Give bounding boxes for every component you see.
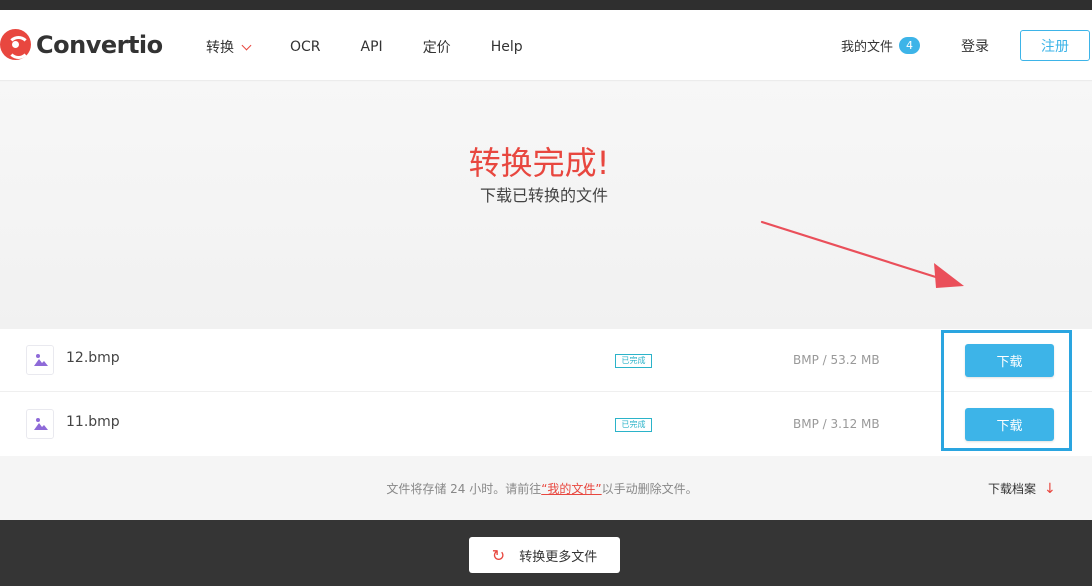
image-file-icon [26, 409, 54, 439]
storage-notice-text: 文件将存储 24 小时。请前往 [386, 482, 542, 496]
status-badge: 已完成 [615, 354, 652, 368]
nav-item-ocr[interactable]: OCR [290, 39, 321, 55]
storage-info-bar: 文件将存储 24 小时。请前往“我的文件”以手动删除文件。 下载档案 ↓ [0, 457, 1092, 520]
footer-bar: ↻ 转换更多文件 [0, 520, 1092, 586]
main-nav: 转换 OCR API 定价 Help [206, 37, 563, 57]
logo[interactable]: Convertio [0, 29, 163, 60]
download-arrow-icon: ↓ [1044, 480, 1056, 497]
page-subtitle: 下载已转换的文件 [479, 186, 608, 205]
login-link[interactable]: 登录 [961, 36, 989, 56]
chevron-down-icon [241, 40, 252, 50]
download-archive-label: 下载档案 [988, 482, 1037, 496]
register-button[interactable]: 注册 [1020, 30, 1090, 61]
nav-item-label: 转换 [206, 40, 234, 56]
file-count-badge: 4 [899, 37, 921, 54]
download-button[interactable]: 下载 [965, 408, 1054, 441]
file-row: 12.bmp 已完成 BMP / 53.2 MB 下载 [0, 329, 1092, 392]
storage-notice-text-end: 以手动删除文件。 [601, 482, 698, 496]
file-name: 11.bmp [66, 414, 120, 430]
nav-item-api[interactable]: API [361, 39, 383, 55]
conversion-complete-banner: 转换完成! 下载已转换的文件 [0, 82, 1092, 329]
refresh-icon: ↻ [491, 545, 506, 565]
my-files-inline-link[interactable]: “我的文件” [541, 482, 601, 496]
file-row: 11.bmp 已完成 BMP / 3.12 MB 下载 [0, 393, 1092, 456]
nav-item-pricing[interactable]: 定价 [423, 37, 451, 57]
convert-more-files-button[interactable]: ↻ 转换更多文件 [469, 537, 620, 573]
status-badge: 已完成 [615, 418, 652, 432]
file-name: 12.bmp [66, 350, 120, 366]
convertio-logo-icon [0, 29, 31, 60]
storage-notice: 文件将存储 24 小时。请前往“我的文件”以手动删除文件。 [0, 480, 1084, 497]
page-title: 转换完成! [468, 144, 610, 182]
file-size: BMP / 53.2 MB [793, 353, 880, 367]
file-size: BMP / 3.12 MB [793, 417, 880, 431]
browser-top-strip [0, 0, 1092, 10]
site-header: Convertio 转换 OCR API 定价 Help 我的文件 4 登录 注… [0, 10, 1092, 81]
nav-item-convert[interactable]: 转换 [206, 37, 252, 57]
image-file-icon [26, 345, 54, 375]
download-button[interactable]: 下载 [965, 344, 1054, 377]
convert-more-label: 转换更多文件 [519, 549, 598, 565]
logo-text: Convertio [36, 30, 163, 59]
download-archive-link[interactable]: 下载档案 ↓ [988, 480, 1056, 497]
my-files-link[interactable]: 我的文件 4 [841, 36, 921, 55]
my-files-label: 我的文件 [841, 40, 894, 55]
file-list: 12.bmp 已完成 BMP / 53.2 MB 下载 11.bmp 已完成 B… [0, 329, 1092, 456]
nav-item-help[interactable]: Help [491, 39, 523, 55]
